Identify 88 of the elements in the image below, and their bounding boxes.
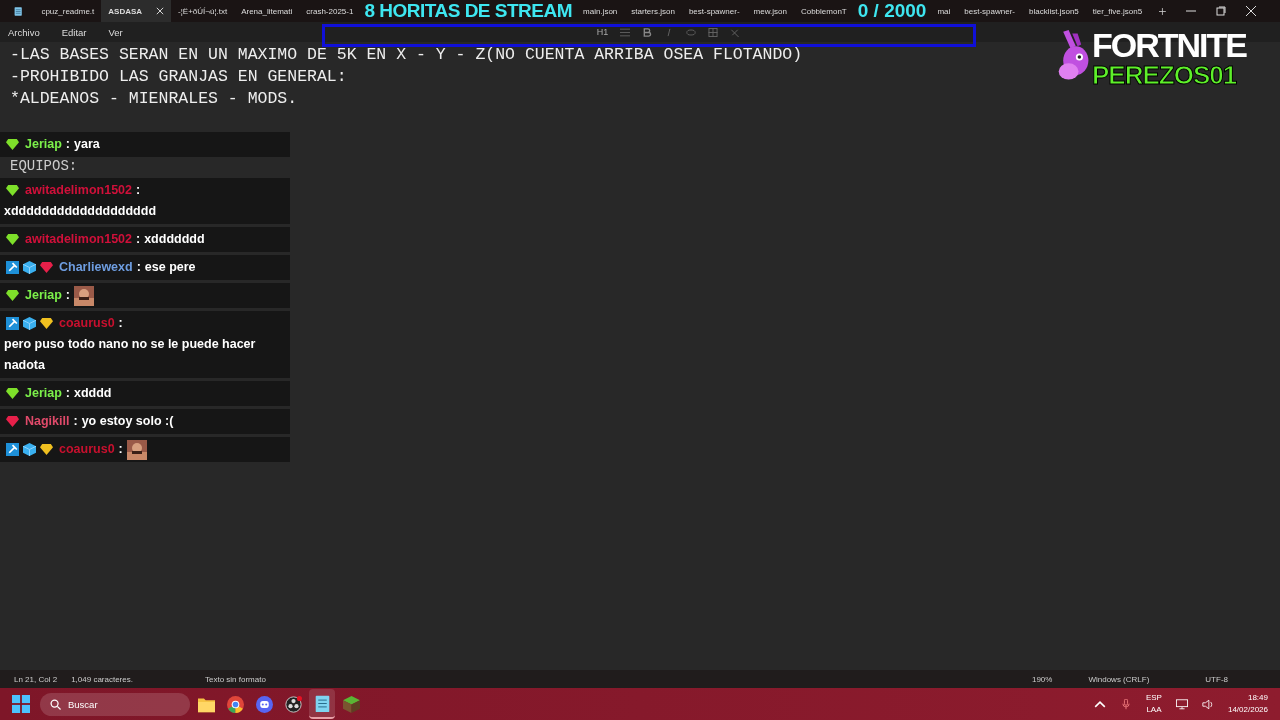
windows-icon[interactable] bbox=[12, 695, 30, 713]
tab[interactable]: blacklist.json5 bbox=[1022, 0, 1086, 22]
chat-text: xddddddd bbox=[144, 231, 205, 248]
chat-text: xdddd bbox=[74, 385, 112, 402]
chat-username: Charliewexd bbox=[59, 259, 133, 276]
hammer-badge-icon bbox=[6, 317, 19, 330]
chat-separator: : bbox=[65, 136, 70, 153]
close-icon[interactable] bbox=[156, 7, 165, 15]
tab[interactable]: -¦Ë+ðÚÍ¬ú¦.txt bbox=[171, 0, 235, 22]
heading-dropdown[interactable]: H1 bbox=[596, 27, 609, 37]
keyboard-layout: LAA bbox=[1146, 704, 1162, 716]
add-tab-icon[interactable] bbox=[1159, 6, 1166, 16]
chat-username: Jeriap bbox=[25, 287, 62, 304]
network-icon[interactable] bbox=[1175, 698, 1188, 710]
language-code: ESP bbox=[1145, 692, 1162, 704]
tab[interactable]: main.json bbox=[576, 0, 625, 22]
chat-username: Jeriap bbox=[25, 136, 62, 153]
chat-username: awitadelimon1502 bbox=[25, 231, 132, 248]
close-icon[interactable] bbox=[1246, 6, 1256, 16]
tab[interactable]: starters.json bbox=[624, 0, 682, 22]
text-line: EQUIPOS: bbox=[10, 158, 78, 174]
cursor-position: Ln 21, Col 2 bbox=[14, 674, 58, 684]
chat-separator: : bbox=[65, 385, 70, 402]
tab[interactable]: CobblemonT bbox=[793, 0, 854, 22]
chat-separator: : bbox=[65, 287, 70, 304]
hammer-badge-icon bbox=[6, 443, 19, 456]
chat-separator: : bbox=[73, 413, 78, 430]
table-icon[interactable] bbox=[708, 27, 719, 37]
bold-icon[interactable] bbox=[642, 27, 653, 37]
tab[interactable]: best-spawner- bbox=[681, 0, 747, 22]
tab[interactable]: crash-2025-1 bbox=[299, 0, 361, 22]
logo-title: FORTNITE bbox=[1092, 28, 1246, 62]
chat-text: ese pere bbox=[144, 259, 196, 276]
line-ending: Windows (CRLF) bbox=[1088, 674, 1150, 684]
chat-username: awitadelimon1502 bbox=[25, 182, 132, 199]
menu-item[interactable]: Editar bbox=[61, 26, 87, 38]
chat-username: coaurus0 bbox=[59, 315, 115, 332]
search-icon bbox=[50, 698, 61, 710]
tab[interactable]: Arena_litemati bbox=[234, 0, 300, 22]
speaker-icon[interactable] bbox=[1201, 698, 1214, 710]
maximize-icon[interactable] bbox=[1216, 6, 1226, 16]
menu-item[interactable]: Archivo bbox=[8, 26, 40, 38]
cube-badge-icon bbox=[23, 317, 36, 330]
date: 14/02/2026 bbox=[1227, 704, 1268, 716]
text-line: *ALDEANOS - MIENRALES - MODS. bbox=[10, 88, 298, 110]
stream-counter: 0 / 2000 bbox=[856, 0, 928, 22]
chat-username: Nagikill bbox=[25, 413, 70, 430]
microphone-icon[interactable] bbox=[1119, 698, 1132, 710]
tab[interactable]: ASDASA bbox=[101, 0, 172, 22]
language-indicator[interactable]: ESP LAA bbox=[1145, 692, 1162, 716]
time: 18:49 bbox=[1247, 692, 1268, 704]
tab[interactable]: cpuz_readme.t bbox=[34, 0, 102, 22]
hammer-badge-icon bbox=[6, 261, 19, 274]
cube-badge-icon bbox=[23, 443, 36, 456]
chat-separator: : bbox=[136, 259, 141, 276]
tab[interactable]: best-spawner- bbox=[957, 0, 1022, 22]
recorder-icon bbox=[284, 695, 302, 713]
chevron-up-icon[interactable] bbox=[1093, 698, 1106, 710]
cube-badge-icon bbox=[23, 261, 36, 274]
chat-text: yara bbox=[74, 136, 100, 153]
grass-block-icon bbox=[342, 695, 360, 713]
chat-app-icon bbox=[255, 695, 273, 713]
chat-text: xddddddddddddddddddd bbox=[4, 203, 157, 220]
browser-icon bbox=[226, 695, 244, 713]
text-line: -LAS BASES SERAN EN UN MAXIMO DE 5K EN X - Y - Z(NO CUENTA ARRIBA OSEA FLOTANDO) bbox=[10, 44, 803, 66]
tab[interactable]: mew.json bbox=[746, 0, 794, 22]
chat-username: Jeriap bbox=[25, 385, 62, 402]
tab[interactable]: tier_five.json5 bbox=[1085, 0, 1150, 22]
format-label: Texto sin formato bbox=[204, 674, 266, 684]
menu-item[interactable]: Ver bbox=[108, 26, 123, 38]
chat-separator: : bbox=[118, 315, 123, 332]
encoding: UTF-8 bbox=[1205, 674, 1228, 684]
chat-separator: : bbox=[136, 231, 141, 248]
list-icon[interactable] bbox=[620, 27, 631, 37]
tab[interactable]: mai bbox=[930, 0, 958, 22]
chat-username: coaurus0 bbox=[59, 441, 115, 458]
clock[interactable]: 18:49 14/02/2026 bbox=[1227, 692, 1268, 716]
chat-text: pero puso todo nano no se le puede hacer nadota bbox=[4, 336, 257, 374]
text-line: -PROHIBIDO LAS GRANJAS EN GENERAL: bbox=[10, 66, 347, 88]
stream-title: 8 HORITAS DE STREAM bbox=[363, 0, 574, 22]
logo-subtitle: PEREZOS01 bbox=[1092, 62, 1238, 88]
zoom-level: 190% bbox=[1031, 674, 1053, 684]
chat-separator: : bbox=[118, 441, 123, 458]
notepad-icon bbox=[313, 694, 331, 712]
notepad-icon bbox=[14, 4, 23, 18]
chat-separator: : bbox=[136, 182, 141, 199]
chat-text: yo estoy solo :( bbox=[81, 413, 174, 430]
character-count: 1,049 caracteres. bbox=[71, 674, 133, 684]
